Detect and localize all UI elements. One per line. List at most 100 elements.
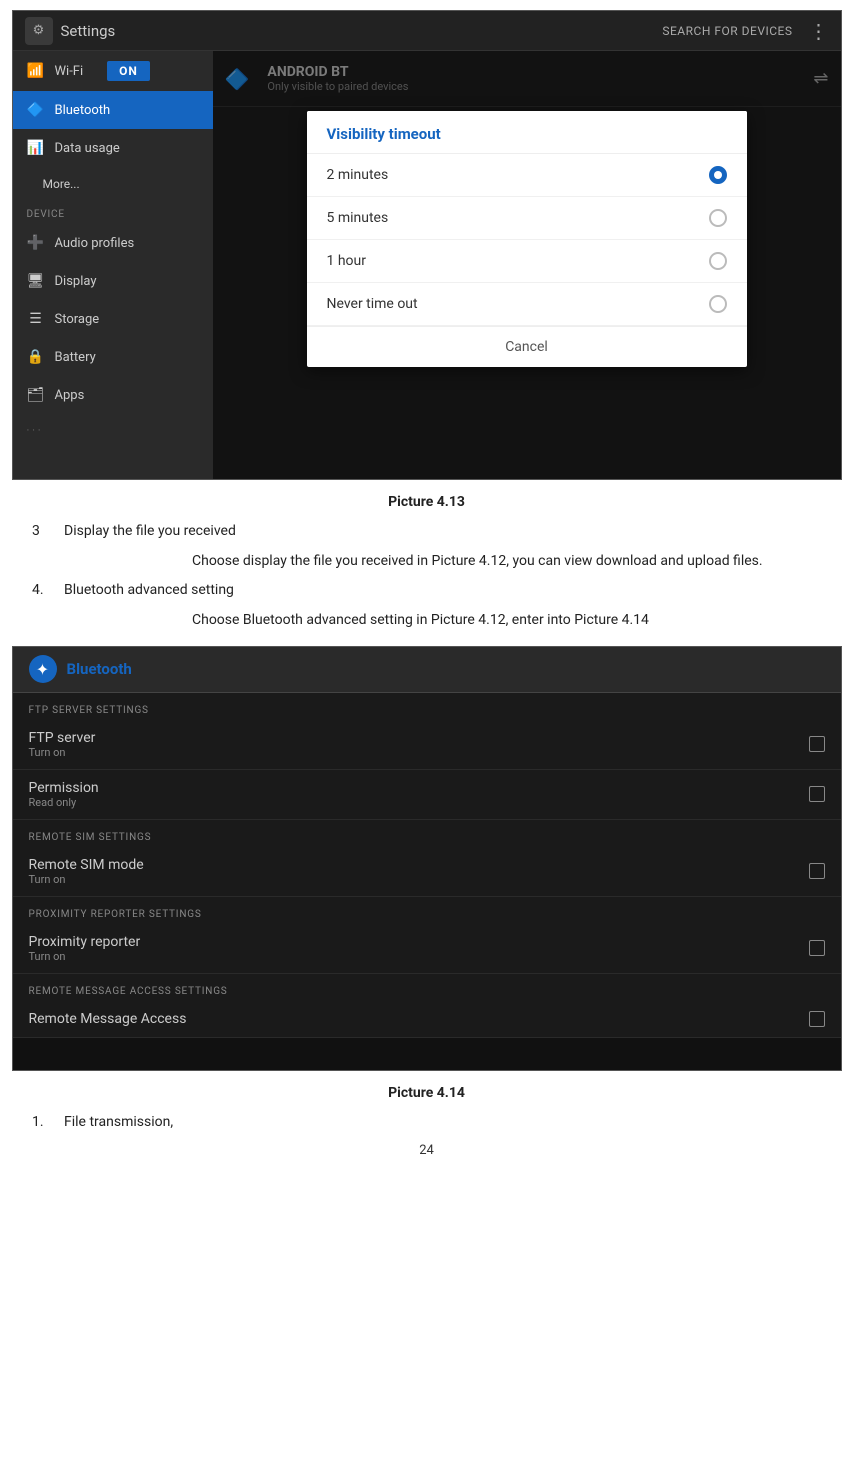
storage-icon: ☰ xyxy=(27,310,45,328)
bottom-bar xyxy=(13,1038,841,1070)
item-3-row: 3 Display the file you received xyxy=(32,520,821,542)
option-5min-label: 5 minutes xyxy=(327,210,709,226)
settings-icon: ⚙ xyxy=(25,17,53,45)
sidebar-item-display[interactable]: 🖥 Display xyxy=(13,262,213,300)
dialog-option-5min[interactable]: 5 minutes xyxy=(307,197,747,240)
proximity-row[interactable]: Proximity reporter Turn on xyxy=(13,924,841,974)
radio-never xyxy=(709,295,727,313)
remote-msg-text: Remote Message Access xyxy=(29,1011,809,1027)
display-label: Display xyxy=(55,274,97,289)
proximity-section-label: PROXIMITY REPORTER SETTINGS xyxy=(13,897,841,924)
item-1-row: 1. File transmission, xyxy=(32,1111,821,1133)
dialog-overlay: Visibility timeout 2 minutes 5 minutes 1… xyxy=(213,51,841,480)
apps-label: Apps xyxy=(55,388,85,403)
remote-sim-section-label: REMOTE SIM SETTINGS xyxy=(13,820,841,847)
screenshot-1: ⚙ Settings SEARCH FOR DEVICES 📶 Wi-Fi ON… xyxy=(12,10,842,480)
sidebar-item-bluetooth[interactable]: 🔷 Bluetooth xyxy=(13,91,213,129)
ftp-server-checkbox[interactable] xyxy=(809,736,825,752)
more-label: More... xyxy=(43,177,80,191)
permission-row[interactable]: Permission Read only xyxy=(13,770,841,820)
permission-checkbox[interactable] xyxy=(809,786,825,802)
item-3-num: 3 xyxy=(32,520,64,542)
screenshot-2: ✦ Bluetooth FTP SERVER SETTINGS FTP serv… xyxy=(12,646,842,1071)
remote-sim-checkbox[interactable] xyxy=(809,863,825,879)
item-3-label: Display the file you received xyxy=(64,520,236,542)
ftp-server-row[interactable]: FTP server Turn on xyxy=(13,720,841,770)
caption-1: Picture 4.13 xyxy=(0,494,853,510)
data-usage-label: Data usage xyxy=(55,141,120,156)
dialog-option-1hour[interactable]: 1 hour xyxy=(307,240,747,283)
bt2-title: Bluetooth xyxy=(67,660,132,678)
permission-title: Permission xyxy=(29,780,809,796)
sidebar-item-more[interactable]: More... xyxy=(13,167,213,201)
proximity-text: Proximity reporter Turn on xyxy=(29,934,809,963)
search-for-devices-label[interactable]: SEARCH FOR DEVICES xyxy=(662,24,792,38)
footer-text: 1. File transmission, xyxy=(32,1111,821,1133)
item-4-num: 4. xyxy=(32,579,64,601)
sidebar-item-wifi[interactable]: 📶 Wi-Fi ON xyxy=(13,51,213,91)
remote-msg-section-label: REMOTE MESSAGE ACCESS SETTINGS xyxy=(13,974,841,1001)
bluetooth-icon: 🔷 xyxy=(27,101,45,119)
sidebar-item-audio[interactable]: ➕ Audio profiles xyxy=(13,224,213,262)
body-text: 3 Display the file you received Choose d… xyxy=(32,520,821,632)
bt2-header: ✦ Bluetooth xyxy=(13,647,841,693)
top-bar: ⚙ Settings SEARCH FOR DEVICES xyxy=(13,11,841,51)
item-1-label: File transmission, xyxy=(64,1111,173,1133)
dialog-cancel-button[interactable]: Cancel xyxy=(307,326,747,367)
caption-2: Picture 4.14 xyxy=(0,1085,853,1101)
item-4-desc: Choose Bluetooth advanced setting in Pic… xyxy=(192,609,821,631)
wifi-label: Wi-Fi xyxy=(55,64,84,79)
remote-sim-row[interactable]: Remote SIM mode Turn on xyxy=(13,847,841,897)
option-2min-label: 2 minutes xyxy=(327,167,709,183)
wifi-icon: 📶 xyxy=(27,62,45,80)
item-1-num: 1. xyxy=(32,1111,64,1133)
remote-msg-title: Remote Message Access xyxy=(29,1011,809,1027)
dialog-option-never[interactable]: Never time out xyxy=(307,283,747,326)
bluetooth-label: Bluetooth xyxy=(55,103,111,118)
right-content: 🔷 ANDROID BT Only visible to paired devi… xyxy=(213,51,841,480)
main-layout: 📶 Wi-Fi ON 🔷 Bluetooth 📊 Data usage More… xyxy=(13,51,841,480)
item-4-label: Bluetooth advanced setting xyxy=(64,579,234,601)
radio-2min xyxy=(709,166,727,184)
wifi-toggle[interactable]: ON xyxy=(107,61,150,81)
battery-icon: 🔒 xyxy=(27,348,45,366)
sidebar-item-apps[interactable]: 🗂 Apps xyxy=(13,376,213,414)
sidebar: 📶 Wi-Fi ON 🔷 Bluetooth 📊 Data usage More… xyxy=(13,51,213,480)
sidebar-item-data-usage[interactable]: 📊 Data usage xyxy=(13,129,213,167)
page-number: 24 xyxy=(0,1143,853,1158)
remote-sim-sub: Turn on xyxy=(29,873,809,886)
remote-sim-text: Remote SIM mode Turn on xyxy=(29,857,809,886)
dialog-title: Visibility timeout xyxy=(307,111,747,154)
ftp-server-text: FTP server Turn on xyxy=(29,730,809,759)
dialog-option-2min[interactable]: 2 minutes xyxy=(307,154,747,197)
display-icon: 🖥 xyxy=(27,272,45,290)
audio-icon: ➕ xyxy=(27,234,45,252)
ftp-section-label: FTP SERVER SETTINGS xyxy=(13,693,841,720)
option-never-label: Never time out xyxy=(327,296,709,312)
data-usage-icon: 📊 xyxy=(27,139,45,157)
apps-icon: 🗂 xyxy=(27,386,45,404)
menu-icon[interactable] xyxy=(809,19,829,43)
device-section-label: DEVICE xyxy=(13,201,213,224)
remote-msg-row[interactable]: Remote Message Access xyxy=(13,1001,841,1038)
settings-title: Settings xyxy=(61,22,116,40)
item-4-row: 4. Bluetooth advanced setting xyxy=(32,579,821,601)
radio-1hour xyxy=(709,252,727,270)
sidebar-item-more2[interactable]: · · · xyxy=(13,414,213,447)
ftp-server-sub: Turn on xyxy=(29,746,809,759)
top-bar-right: SEARCH FOR DEVICES xyxy=(662,19,828,43)
remote-sim-title: Remote SIM mode xyxy=(29,857,809,873)
top-bar-left: ⚙ Settings xyxy=(25,17,116,45)
proximity-checkbox[interactable] xyxy=(809,940,825,956)
bt2-header-icon: ✦ xyxy=(29,655,57,683)
battery-label: Battery xyxy=(55,350,96,365)
audio-label: Audio profiles xyxy=(55,236,135,251)
sidebar-item-battery[interactable]: 🔒 Battery xyxy=(13,338,213,376)
proximity-sub: Turn on xyxy=(29,950,809,963)
permission-sub: Read only xyxy=(29,796,809,809)
permission-text: Permission Read only xyxy=(29,780,809,809)
sidebar-item-storage[interactable]: ☰ Storage xyxy=(13,300,213,338)
remote-msg-checkbox[interactable] xyxy=(809,1011,825,1027)
radio-5min xyxy=(709,209,727,227)
visibility-timeout-dialog: Visibility timeout 2 minutes 5 minutes 1… xyxy=(307,111,747,367)
